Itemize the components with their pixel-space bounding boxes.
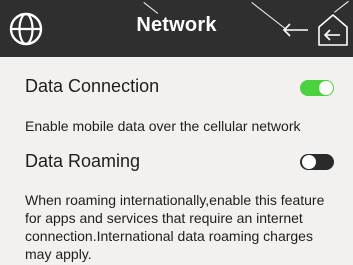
setting-data-connection: Data Connection Enable mobile data over … (0, 57, 353, 145)
data-roaming-toggle[interactable] (300, 154, 334, 170)
home-icon[interactable] (316, 12, 350, 48)
toggle-knob (302, 155, 316, 169)
decorative-line (334, 0, 349, 13)
decorative-line (143, 2, 159, 14)
setting-data-roaming: Data Roaming When roaming internationall… (0, 145, 353, 265)
data-connection-toggle[interactable] (300, 80, 334, 96)
setting-label: Data Connection (25, 76, 160, 96)
back-arrow-icon[interactable] (282, 22, 310, 38)
toggle-knob (319, 81, 333, 95)
top-bar: Network (0, 0, 353, 57)
setting-label: Data Roaming (25, 151, 141, 171)
setting-description: Enable mobile data over the cellular net… (25, 118, 301, 134)
setting-description: When roaming internationally,enable this… (25, 192, 325, 262)
